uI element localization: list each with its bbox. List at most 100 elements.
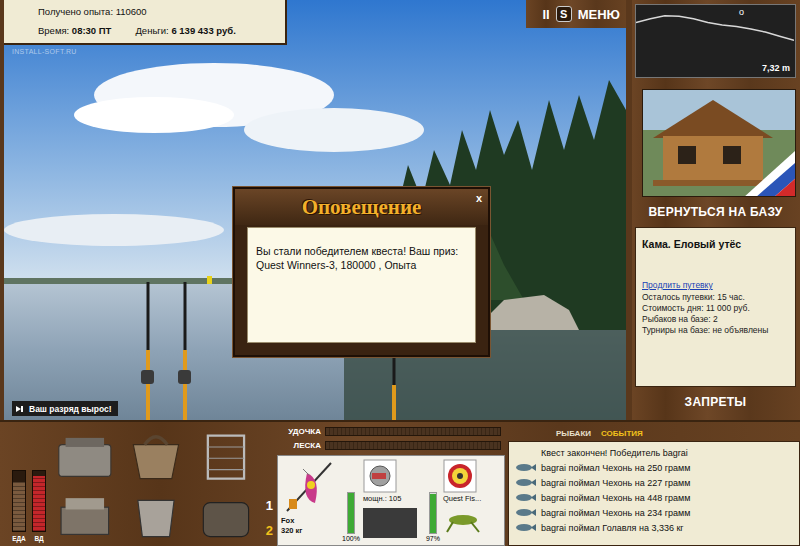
meter: ВД [32, 470, 46, 542]
tackle-slots: Fox320 кг100% мощн.: 10597%Quest Fis... [277, 455, 505, 546]
event-text: Квест закончен! Победитель bagrai [541, 448, 688, 458]
rod-slot[interactable]: Fox320 кг [281, 459, 339, 542]
money-label: Деньги: [135, 25, 168, 36]
rod-name: Fox [281, 516, 339, 525]
meter-label: ВД [34, 535, 43, 542]
depth-reading: 7,32 m [762, 63, 790, 73]
slot-set-button[interactable]: 1 [266, 498, 273, 513]
slot-switch: 12 [266, 428, 273, 542]
meter-track [32, 470, 46, 532]
reel-slot[interactable]: мощн.: 105 [363, 459, 423, 542]
log-tab[interactable]: СОБЫТИЯ [601, 429, 643, 438]
sound-button[interactable]: S [556, 6, 572, 22]
tension-track [325, 427, 501, 436]
location-title: Кама. Еловый утёс [642, 238, 789, 250]
event-text: bagrai поймал Чехонь на 227 грамм [541, 478, 690, 488]
tension-row: ЛЕСКА [277, 440, 501, 451]
dialog-message: Вы стали победителем квеста! Ваш приз: Q… [256, 244, 467, 272]
log-tab[interactable]: РЫБАКИ [556, 429, 591, 438]
event-text: bagrai поймал Чехонь на 234 грамм [541, 508, 690, 518]
inventory-area: ЕДАВД 12 [0, 422, 277, 546]
event-row: bagrai поймал Чехонь на 234 грамм [515, 505, 795, 520]
bottom-panel: ЕДАВД 12 УДОЧКАЛЕСКА Fox320 кг100%мощн.:… [0, 420, 800, 546]
time-label: Время: [38, 25, 69, 36]
return-to-base-button[interactable]: ВЕРНУТЬСЯ НА БАЗУ [635, 200, 796, 224]
event-row: bagrai поймал Чехонь на 227 грамм [515, 475, 795, 490]
reel-power: мощн.: 105 [363, 494, 423, 503]
durability-track [347, 492, 355, 534]
tension-bars: УДОЧКА ЛЕСКА [277, 426, 505, 451]
durability-track [429, 492, 437, 534]
basket-icon[interactable] [122, 428, 190, 484]
lodge-picture [643, 90, 796, 197]
event-text: bagrai поймал Чехонь на 448 грамм [541, 493, 690, 503]
rank-badge[interactable]: Ваш разряд вырос! [12, 401, 118, 416]
fishing-scene[interactable]: Получено опыта: 110600 Время: 08:30 ПТ Ден… [0, 0, 632, 420]
durability-fill [348, 493, 354, 533]
money-field: Деньги: 6 139 433 руб. [135, 25, 235, 36]
base-photo [642, 89, 796, 197]
rod-load: 320 кг [281, 526, 339, 535]
top-controls: II S МЕНЮ [526, 0, 626, 28]
time-value: 08:30 ПТ [72, 25, 112, 36]
meter-fill [33, 476, 45, 531]
lure-slot[interactable]: Quest Fis... [443, 459, 501, 542]
spinning-rod-icon [281, 459, 337, 515]
location-line: Осталось путевки: 15 час. [642, 292, 789, 303]
line-spool-icon [443, 459, 477, 493]
menu-button[interactable]: МЕНЮ [578, 7, 620, 22]
slot-set-button[interactable]: 2 [266, 523, 273, 538]
stats-row: Время: 08:30 ПТ Деньги: 6 139 433 руб. [38, 25, 277, 36]
event-row: bagrai поймал Голавля на 3,336 кг [515, 520, 795, 535]
fish-icon [515, 508, 537, 517]
tension-label: ЛЕСКА [277, 441, 321, 450]
grasshopper-icon [443, 504, 483, 534]
stats-panel: Получено опыта: 110600 Время: 08:30 ПТ Ден… [4, 0, 287, 45]
watermark: INSTALL-SOFT.RU [12, 48, 77, 55]
empty-slot[interactable] [363, 508, 417, 538]
tension-row: УДОЧКА [277, 426, 501, 437]
depth-line [636, 16, 794, 41]
keepnet-icon[interactable] [192, 428, 260, 484]
event-text: bagrai поймал Голавля на 3,336 кг [541, 523, 684, 533]
bucket-icon[interactable] [122, 486, 190, 542]
fish-icon [515, 478, 537, 487]
fish-icon [515, 523, 537, 532]
durability-text: 100% [342, 535, 360, 542]
tension-label: УДОЧКА [277, 427, 321, 436]
arrow-icon [15, 404, 25, 414]
event-log: Квест закончен! Победитель bagrai bagrai … [508, 441, 800, 546]
durability: 97% [426, 459, 440, 542]
tension-track [325, 441, 501, 450]
bans-button[interactable]: ЗАПРЕТЫ [635, 390, 796, 414]
game-window: Получено опыта: 110600 Время: 08:30 ПТ Ден… [0, 0, 800, 546]
float-marker: o [739, 7, 744, 17]
event-row: bagrai поймал Чехонь на 250 грамм [515, 460, 795, 475]
dialog-title: Оповещение [302, 195, 422, 220]
meter-label: ЕДА [12, 535, 26, 542]
fish-icon [515, 493, 537, 502]
tackle-box-icon[interactable] [52, 428, 120, 484]
event-text: bagrai поймал Чехонь на 250 грамм [541, 463, 690, 473]
right-panel: o 7,32 m ВЕРНУТЬСЯ НА БАЗУ Кама. Еловый у… [632, 0, 800, 420]
location-info: Кама. Еловый утёс Продлить путевку Осталос… [635, 227, 796, 387]
location-line: Рыбаков на базе: 2 [642, 314, 789, 325]
close-button[interactable]: x [476, 192, 482, 204]
durability-fill [430, 494, 436, 533]
meter: ЕДА [12, 470, 26, 542]
experience-text: Получено опыта: 110600 [38, 6, 277, 17]
meter-fill [13, 482, 25, 531]
dialog-body: Вы стали победителем квеста! Ваш приз: Q… [247, 227, 476, 343]
dialog-header: Оповещение x [235, 189, 488, 225]
event-row: Квест закончен! Победитель bagrai [515, 445, 795, 460]
bait-box-icon[interactable] [52, 486, 120, 542]
location-line: Стоимость дня: 11 000 руб. [642, 303, 789, 314]
event-row: bagrai поймал Чехонь на 448 грамм [515, 490, 795, 505]
rank-badge-text: Ваш разряд вырос! [29, 404, 112, 414]
durability: 100% [342, 459, 360, 542]
tackle-icons [52, 428, 260, 542]
extend-link[interactable]: Продлить путевку [642, 280, 789, 290]
pause-button[interactable]: II [542, 7, 549, 22]
bag-icon[interactable] [192, 486, 260, 542]
tackle-area: УДОЧКА ЛЕСКА Fox320 кг100% мощн.: 10597%Qu… [277, 422, 505, 546]
